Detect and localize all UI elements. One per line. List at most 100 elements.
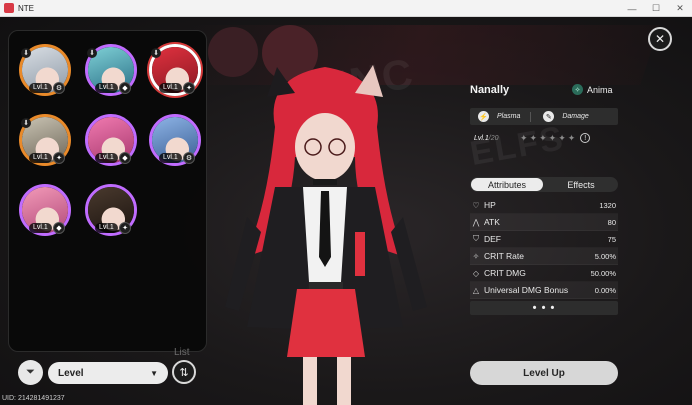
minimize-button[interactable]: —	[620, 0, 644, 17]
pin-icon: ⬇	[21, 118, 31, 128]
stat-row: ◇ CRIT DMG 50.00%	[470, 265, 618, 282]
stat-name: ATK	[484, 217, 500, 227]
app-icon	[4, 3, 14, 13]
anima-icon: ✦	[183, 82, 195, 94]
level-current: Lvl.1	[474, 134, 489, 142]
gear-icon: ⚙	[183, 152, 195, 164]
character-slot[interactable]: Lvl.1 ◆	[19, 184, 71, 236]
slot-level-badge: Lvl.1	[95, 223, 118, 233]
character-roster-panel: List ⬇ Lvl.1 ⚙ ⬇ Lvl.1 ◆ ⬇ Lvl.1 ✦ ⬇ Lvl.1 ✦ Lvl.1 ◆ L…	[8, 30, 207, 358]
sort-dropdown[interactable]: Level ▼	[48, 362, 168, 384]
character-pendant	[355, 232, 365, 276]
detail-tabs: Attributes Effects	[470, 177, 618, 192]
drop-icon: ◆	[119, 152, 131, 164]
affinity-label: Anima	[587, 84, 613, 95]
tab-attributes[interactable]: Attributes	[471, 178, 543, 191]
character-slot[interactable]: Lvl.1 ◆	[85, 114, 137, 166]
slot-level-badge: Lvl.1	[29, 223, 52, 233]
more-button[interactable]: • • •	[470, 301, 618, 315]
close-button[interactable]: ✕	[648, 27, 672, 51]
character-tie	[319, 191, 331, 267]
window-title: NTE	[18, 3, 34, 13]
stat-icon: ⛉	[473, 234, 479, 243]
star-icon: ✦	[520, 132, 528, 143]
stat-name: HP	[484, 200, 496, 210]
list-label: List	[174, 347, 190, 358]
tag-damage: ✎ Damage	[543, 111, 589, 122]
star-icon: ✦	[567, 132, 576, 143]
star-icon: ✦	[529, 132, 538, 143]
character-leg-left	[303, 357, 317, 405]
drop-icon: ◆	[119, 82, 131, 94]
level-row: Lvl.1/20 ✦ ✦ ✦ ✦ ✦ ✦ !	[470, 131, 618, 145]
star-icon: ✦	[539, 132, 547, 143]
character-skirt	[287, 289, 365, 357]
pin-icon: ⬇	[87, 48, 97, 58]
stat-row: ⛉ DEF 75	[470, 231, 618, 248]
game-viewport: ENC ELFS List ⬇Lvl.1⚙⬇Lvl.1◆⬇Lvl.1✦⬇Lvl.…	[0, 17, 692, 405]
stat-row: △ Universal DMG Bonus 0.00%	[470, 282, 618, 299]
sort-dropdown-value: Level	[58, 367, 84, 379]
game-window: NTE — ☐ ✕ ENC ELFS List ⬇Lvl.1⚙⬇Lvl.1◆⬇L…	[0, 0, 692, 405]
tag-label: Plasma	[497, 113, 521, 120]
pin-icon: ⬇	[21, 48, 31, 58]
anima-icon: ✧	[572, 84, 583, 95]
level-max: /20	[488, 134, 499, 142]
stat-icon: ◇	[472, 268, 480, 278]
character-belt	[309, 282, 343, 290]
tag-label: Damage	[562, 113, 589, 120]
uid-label: UID: 214281491237	[2, 395, 65, 402]
stat-name: DEF	[484, 234, 501, 244]
stat-icon: ✧	[472, 251, 480, 261]
sort-order-button[interactable]: ⇅	[172, 360, 196, 384]
slot-level-badge: Lvl.1	[95, 83, 118, 93]
stat-icon: △	[472, 285, 480, 295]
slot-level-badge: Lvl.1	[29, 83, 52, 93]
star-icon: ✦	[558, 132, 566, 143]
filter-button[interactable]: ⏷	[18, 360, 43, 385]
plasma-icon: ⚡	[478, 111, 489, 122]
choker	[313, 179, 337, 185]
slot-level-badge: Lvl.1	[29, 153, 52, 163]
stat-row: ⋀ ATK 80	[470, 214, 618, 231]
character-slot[interactable]: ⬇ Lvl.1 ✦	[19, 114, 71, 166]
tag-divider	[530, 111, 532, 122]
star-icon: ✦	[53, 152, 65, 164]
stat-row: ♡ HP 1320	[470, 197, 618, 214]
drop-icon: ◆	[53, 222, 65, 234]
stat-row: ✧ CRIT Rate 5.00%	[470, 248, 618, 265]
role-tags: ⚡ Plasma ✎ Damage	[470, 108, 618, 125]
info-icon[interactable]: !	[580, 133, 591, 143]
character-slot[interactable]: Lvl.1 ⚙	[149, 114, 201, 166]
stat-value: 50.00%	[590, 268, 616, 278]
pin-icon: ⬇	[151, 48, 161, 58]
star-rating: ✦ ✦ ✦ ✦ ✦ ✦	[520, 133, 577, 144]
character-slot[interactable]: ⬇ Lvl.1 ⚙	[19, 44, 71, 96]
stat-icon: ⋀	[472, 217, 480, 227]
affinity-badge: ✧ Anima	[572, 84, 613, 95]
tab-effects[interactable]: Effects	[545, 178, 617, 191]
stats-list: ♡ HP 1320 ⋀ ATK 80 ⛉ DEF 75 ✧ CRIT Rate 5.00% ◇ CRIT …	[470, 197, 618, 299]
character-name: Nanally	[470, 84, 510, 96]
window-close-button[interactable]: ✕	[668, 0, 692, 17]
star-icon: ✦	[548, 132, 557, 143]
character-slot[interactable]: ⬇ Lvl.1 ✦	[149, 44, 201, 96]
character-face	[295, 113, 355, 181]
gear-icon: ⚙	[53, 82, 65, 94]
stat-name: CRIT Rate	[484, 251, 524, 261]
character-level: Lvl.1/20	[474, 135, 520, 142]
character-slot[interactable]: ⬇ Lvl.1 ◆	[85, 44, 137, 96]
background-graffiti: ELFS	[467, 119, 568, 173]
maximize-button[interactable]: ☐	[644, 0, 668, 17]
level-up-button[interactable]: Level Up	[470, 361, 618, 385]
character-model[interactable]	[205, 57, 445, 405]
slot-level-badge: Lvl.1	[95, 153, 118, 163]
stat-value: 5.00%	[594, 251, 616, 261]
stat-value: 75	[607, 234, 616, 244]
stat-value: 1320	[599, 200, 616, 210]
star-icon: ✦	[119, 222, 131, 234]
character-slot[interactable]: Lvl.1 ✦	[85, 184, 137, 236]
stat-value: 0.00%	[594, 285, 616, 295]
stat-name: Universal DMG Bonus	[484, 285, 569, 295]
character-leg-right	[337, 357, 351, 405]
